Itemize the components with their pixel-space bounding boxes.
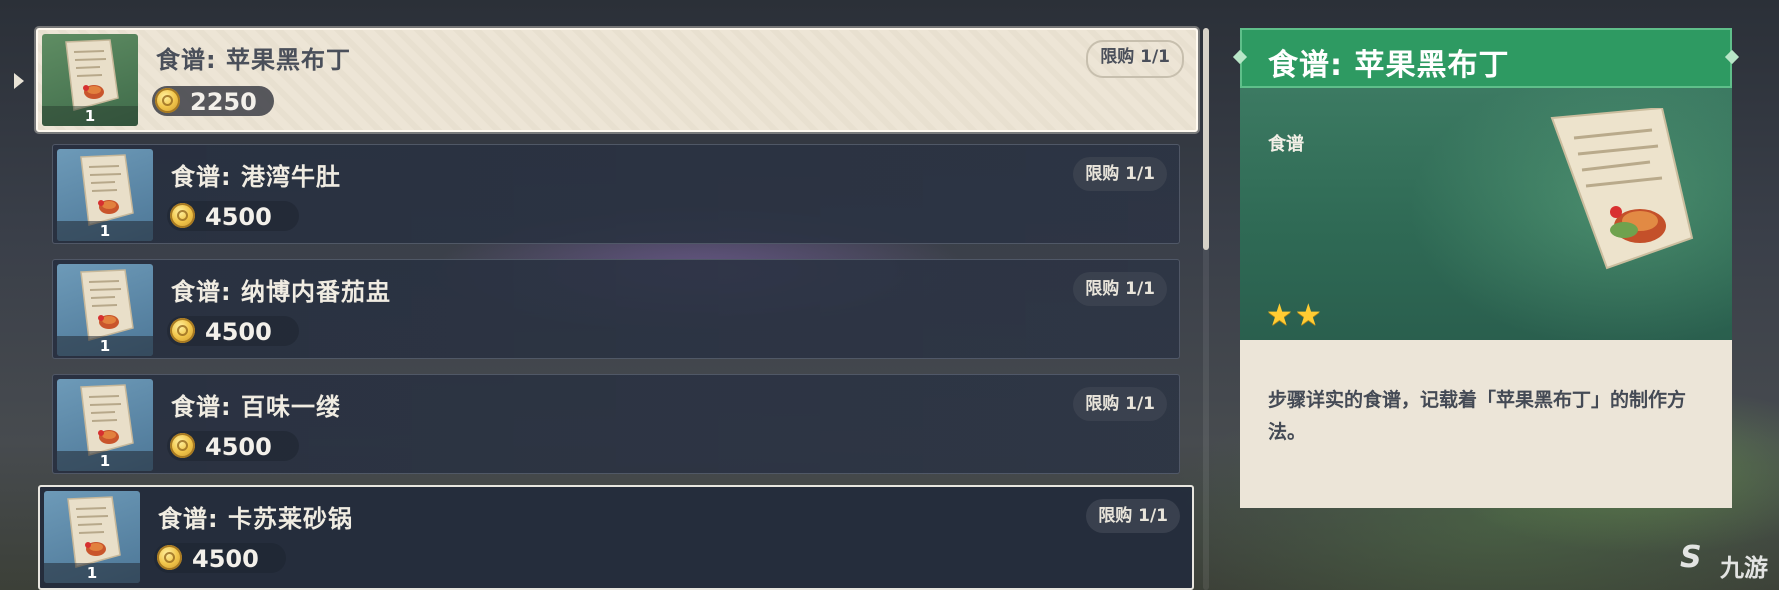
price-tag: 4500 — [167, 201, 299, 231]
detail-description: 步骤详实的食谱，记载着「苹果黑布丁」的制作方法。 — [1240, 340, 1732, 508]
price-tag: 2250 — [152, 86, 274, 116]
item-price: 4500 — [205, 203, 272, 231]
price-tag: 4500 — [167, 431, 299, 461]
scrollbar-thumb[interactable] — [1203, 28, 1209, 250]
mora-coin-icon — [170, 203, 195, 228]
recipe-scroll-icon — [1550, 108, 1694, 270]
purchase-limit-badge: 限购 1/1 — [1073, 157, 1167, 191]
star-icon: ★ — [1266, 298, 1293, 333]
recipe-scroll-icon: 1 — [42, 34, 138, 126]
price-tag: 4500 — [167, 316, 299, 346]
recipe-scroll-icon: 1 — [57, 379, 153, 471]
purchase-limit-badge: 限购 1/1 — [1073, 387, 1167, 421]
item-quantity: 1 — [42, 106, 138, 126]
purchase-limit-badge: 限购 1/1 — [1086, 40, 1184, 78]
watermark-text: 九游 — [1720, 554, 1768, 582]
recipe-scroll-icon: 1 — [57, 264, 153, 356]
shop-item[interactable]: 1 食谱: 百味一缕 4500 限购 1/1 — [52, 374, 1180, 474]
list-scrollbar[interactable] — [1203, 28, 1209, 590]
item-quantity: 1 — [57, 336, 153, 356]
rarity-stars: ★★ — [1266, 298, 1324, 333]
item-quantity: 1 — [44, 563, 140, 583]
recipe-scroll-icon: 1 — [57, 149, 153, 241]
purchase-limit-badge: 限购 1/1 — [1086, 499, 1180, 533]
detail-art: 食谱 ★★ — [1240, 88, 1732, 340]
mora-coin-icon — [157, 545, 182, 570]
shop-item[interactable]: 1 食谱: 港湾牛肚 4500 限购 1/1 — [52, 144, 1180, 244]
item-price: 4500 — [192, 545, 259, 573]
item-quantity: 1 — [57, 451, 153, 471]
item-name: 食谱: 苹果黑布丁 — [156, 46, 351, 74]
shop-item-list: 1 食谱: 苹果黑布丁 2250 限购 1/1 1 食谱: 港湾牛肚 4500 … — [0, 0, 1210, 590]
shop-item[interactable]: 1 食谱: 苹果黑布丁 2250 限购 1/1 — [36, 28, 1198, 132]
purchase-limit-badge: 限购 1/1 — [1073, 272, 1167, 306]
detail-item-type: 食谱 — [1268, 134, 1304, 155]
item-name: 食谱: 卡苏莱砂锅 — [158, 505, 353, 533]
mora-coin-icon — [155, 88, 180, 113]
item-name: 食谱: 纳博内番茄盅 — [171, 278, 391, 306]
mora-coin-icon — [170, 433, 195, 458]
item-name: 食谱: 百味一缕 — [171, 393, 341, 421]
watermark-logo-icon: S — [1680, 540, 1702, 575]
price-tag: 4500 — [154, 543, 286, 573]
detail-title: 食谱: 苹果黑布丁 — [1268, 48, 1510, 83]
item-price: 4500 — [205, 318, 272, 346]
shop-item[interactable]: 1 食谱: 纳博内番茄盅 4500 限购 1/1 — [52, 259, 1180, 359]
item-detail-panel: 食谱: 苹果黑布丁 食谱 ★★ 步骤详实的食谱，记载着「苹果黑布丁」的制作方法。 — [1240, 28, 1732, 508]
item-name: 食谱: 港湾牛肚 — [171, 163, 341, 191]
item-price: 2250 — [190, 88, 257, 116]
item-quantity: 1 — [57, 221, 153, 241]
mora-coin-icon — [170, 318, 195, 343]
recipe-scroll-icon: 1 — [44, 491, 140, 583]
shop-item[interactable]: 1 食谱: 卡苏莱砂锅 4500 限购 1/1 — [38, 485, 1194, 590]
item-price: 4500 — [205, 433, 272, 461]
description-text: 步骤详实的食谱，记载着「苹果黑布丁」的制作方法。 — [1268, 389, 1687, 443]
star-icon: ★ — [1294, 298, 1322, 333]
detail-header: 食谱: 苹果黑布丁 — [1240, 28, 1732, 88]
